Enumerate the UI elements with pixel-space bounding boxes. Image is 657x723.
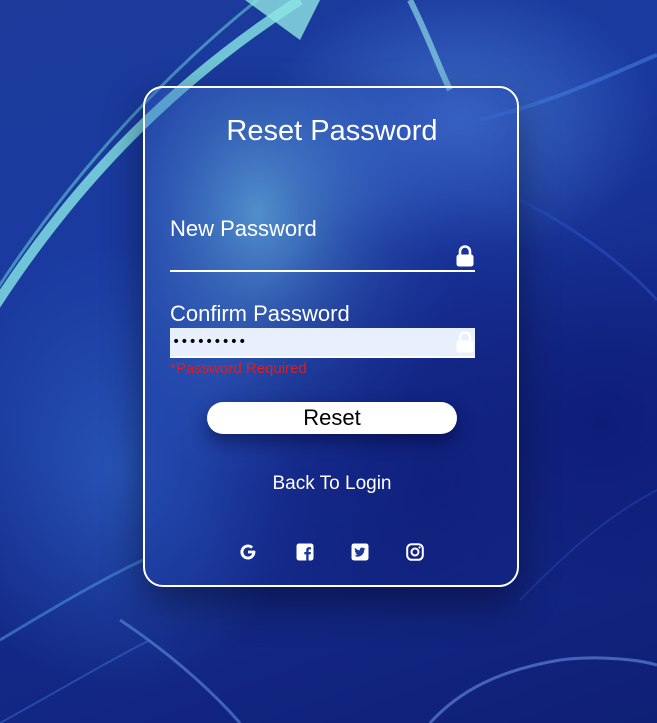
instagram-icon[interactable] bbox=[405, 542, 425, 562]
new-password-field[interactable] bbox=[170, 242, 475, 272]
facebook-icon[interactable] bbox=[295, 542, 315, 562]
confirm-password-field[interactable] bbox=[170, 328, 475, 358]
new-password-label: New Password bbox=[170, 216, 317, 241]
confirm-password-label: Confirm Password bbox=[170, 301, 350, 326]
password-required-error: *Password Required bbox=[170, 360, 307, 377]
google-icon[interactable] bbox=[238, 542, 258, 562]
twitter-icon[interactable] bbox=[350, 542, 370, 562]
page-title: Reset Password bbox=[226, 115, 438, 147]
new-password-input[interactable] bbox=[170, 242, 442, 270]
back-to-login-link[interactable]: Back To Login bbox=[145, 473, 517, 495]
reset-password-card: Reset Password New Password Confirm Pass… bbox=[143, 86, 519, 587]
reset-button[interactable]: Reset bbox=[207, 402, 457, 434]
lock-icon bbox=[456, 245, 474, 267]
social-links bbox=[238, 542, 428, 562]
lock-icon bbox=[456, 331, 474, 353]
confirm-password-input[interactable] bbox=[170, 328, 442, 356]
